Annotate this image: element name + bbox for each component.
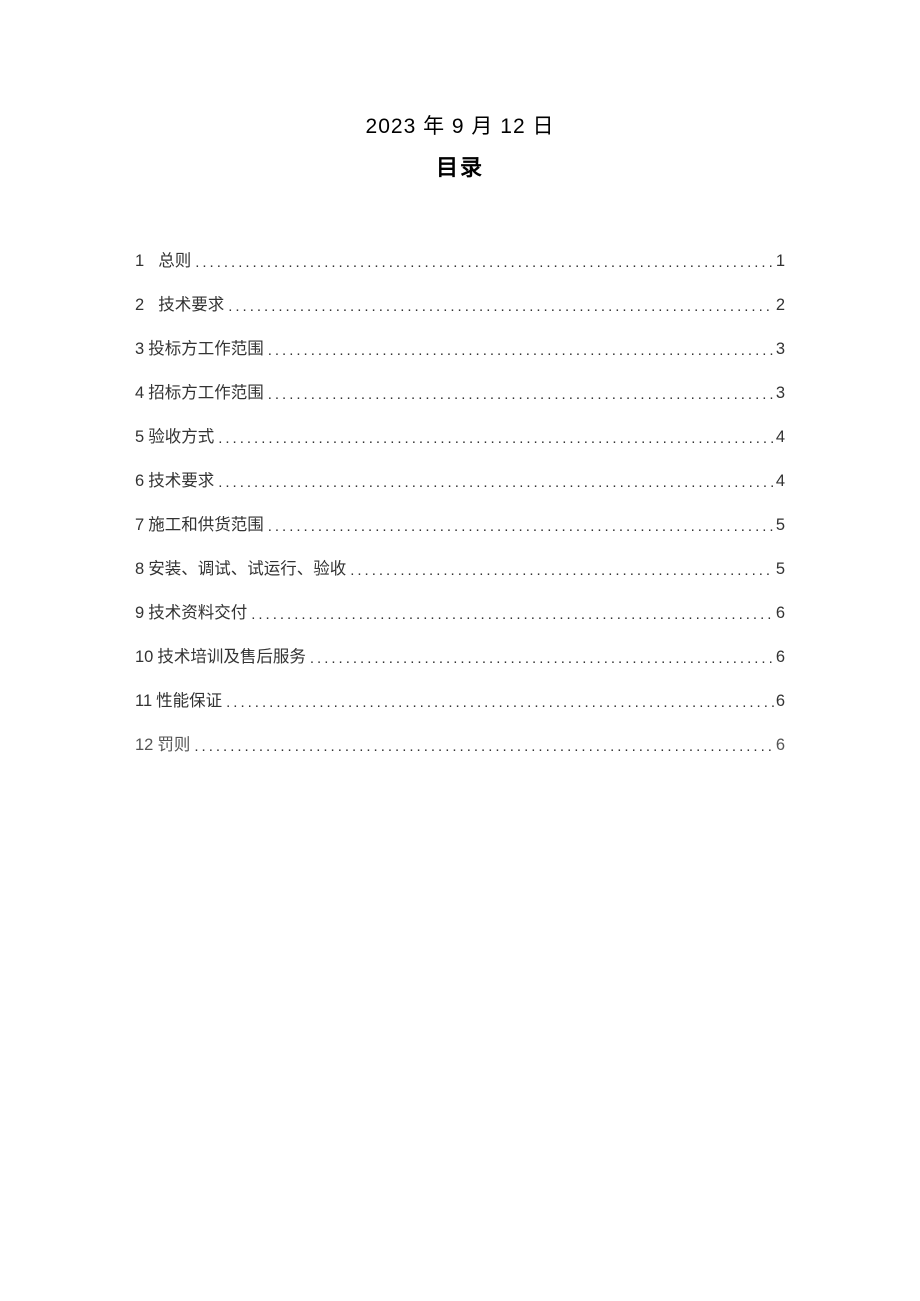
toc-dots: [310, 650, 774, 667]
toc-item[interactable]: 4招标方工作范围 3: [135, 379, 785, 403]
toc-item[interactable]: 8安装、调试、试运行、验收 5: [135, 555, 785, 579]
toc-item-page: 3: [774, 340, 785, 359]
toc-item-label: 技术要求: [148, 467, 214, 491]
toc-item-number: 8: [135, 560, 144, 579]
toc-item-number: 4: [135, 384, 144, 403]
toc-item-number: 10: [135, 648, 153, 667]
toc-dots: [228, 298, 774, 315]
toc-item-page: 1: [774, 252, 785, 271]
toc-item-label: 性能保证: [156, 687, 222, 711]
document-date: 2023 年 9 月 12 日: [135, 110, 785, 140]
toc-item-number: 11: [135, 692, 152, 711]
table-of-contents: 1总则12技术要求23投标方工作范围34招标方工作范围35验收方式46技术要求4…: [135, 247, 785, 755]
toc-item-page: 3: [774, 384, 785, 403]
document-title: 目录: [135, 150, 785, 182]
toc-item-number: 2: [135, 296, 144, 315]
toc-item-page: 5: [774, 516, 785, 535]
toc-item-label: 总则: [158, 247, 191, 271]
toc-dots: [251, 606, 774, 623]
toc-item[interactable]: 3投标方工作范围3: [135, 335, 785, 359]
toc-item-page: 5: [774, 560, 785, 579]
toc-dots: [218, 474, 774, 491]
toc-dots: [194, 738, 773, 755]
toc-item[interactable]: 1 总则 1: [135, 247, 785, 271]
toc-item-label: 投标方工作范围: [148, 335, 264, 359]
toc-item-page: 4: [774, 472, 785, 491]
toc-dots: [268, 518, 774, 535]
toc-item-number: 1: [135, 252, 144, 271]
toc-item[interactable]: 11性能保证 6: [135, 687, 785, 711]
toc-item[interactable]: 5验收方式 4: [135, 423, 785, 447]
document-page: 2023 年 9 月 12 日 目录 1总则12技术要求23投标方工作范围34招…: [0, 0, 920, 755]
toc-item-number: 12: [135, 736, 153, 755]
toc-dots: [195, 254, 774, 271]
toc-item-label: 验收方式: [148, 423, 214, 447]
toc-item-page: 4: [774, 428, 785, 447]
toc-item-label: 施工和供货范围: [148, 511, 264, 535]
toc-dots: [268, 342, 774, 359]
toc-item[interactable]: 10技术培训及售后服务 6: [135, 643, 785, 667]
toc-item-label: 安装、调试、试运行、验收: [148, 555, 346, 579]
toc-item-number: 7: [135, 516, 144, 535]
toc-item-page: 2: [774, 296, 785, 315]
toc-item-page: 6: [774, 736, 785, 755]
toc-item-page: 6: [774, 604, 785, 623]
toc-item-number: 6: [135, 472, 144, 491]
toc-item-label: 技术资料交付: [148, 599, 247, 623]
toc-item-number: 3: [135, 340, 144, 359]
toc-dots: [226, 694, 774, 711]
document-header: 2023 年 9 月 12 日 目录: [135, 110, 785, 182]
toc-item-number: 9: [135, 604, 144, 623]
toc-item-label: 招标方工作范围: [148, 379, 264, 403]
toc-item[interactable]: 9技术资料交付 6: [135, 599, 785, 623]
toc-item[interactable]: 7施工和供货范围 5: [135, 511, 785, 535]
toc-dots: [350, 562, 774, 579]
toc-item[interactable]: 2 技术要求 2: [135, 291, 785, 315]
toc-item[interactable]: 6技术要求 4: [135, 467, 785, 491]
toc-item-number: 5: [135, 428, 144, 447]
toc-item-label: 技术要求: [158, 291, 224, 315]
toc-item-page: 6: [774, 692, 785, 711]
toc-item-label: 罚则: [157, 731, 190, 755]
toc-dots: [268, 386, 774, 403]
toc-item-page: 6: [774, 648, 785, 667]
toc-dots: [218, 430, 774, 447]
toc-item[interactable]: 12罚则 6: [135, 731, 785, 755]
toc-item-label: 技术培训及售后服务: [157, 643, 306, 667]
